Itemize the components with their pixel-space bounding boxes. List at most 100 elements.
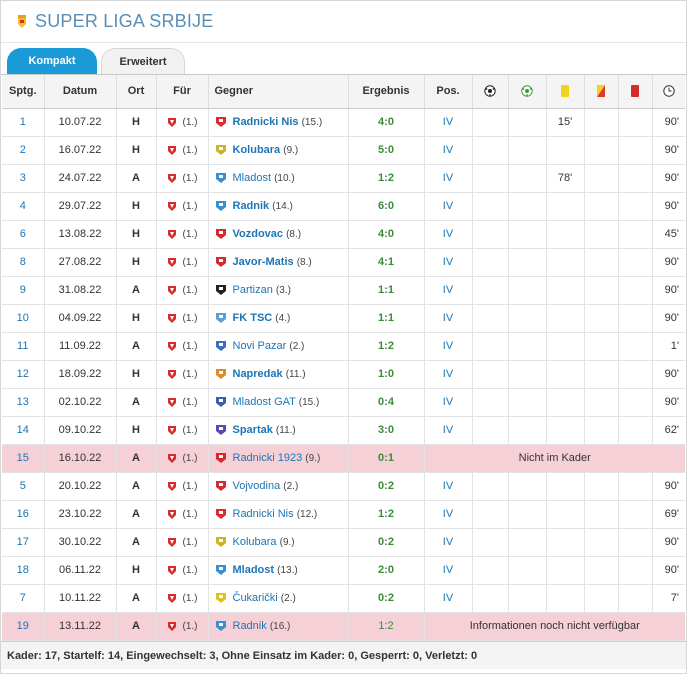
cell-fuer[interactable]: (1.): [156, 332, 209, 361]
cell-spieltag[interactable]: 17: [2, 528, 45, 557]
opponent-link[interactable]: Vojvodina: [233, 480, 281, 492]
cell-spieltag[interactable]: 7: [2, 584, 45, 613]
result-link[interactable]: 1:2: [378, 620, 393, 632]
opponent-link[interactable]: Čukarički: [233, 592, 278, 604]
cell-gegner[interactable]: Mladost (13.): [208, 556, 349, 585]
cell-fuer[interactable]: (1.): [156, 136, 209, 165]
result-link[interactable]: 1:1: [378, 284, 394, 296]
cell-spieltag[interactable]: 6: [2, 220, 45, 249]
opponent-link[interactable]: Partizan: [233, 284, 273, 296]
cell-fuer[interactable]: (1.): [156, 164, 209, 193]
tab-erweitert[interactable]: Erweitert: [101, 48, 185, 74]
cell-fuer[interactable]: (1.): [156, 416, 209, 445]
result-link[interactable]: 3:0: [378, 424, 394, 436]
cell-spieltag[interactable]: 9: [2, 276, 45, 305]
cell-gegner[interactable]: Javor-Matis (8.): [208, 248, 349, 277]
cell-gegner[interactable]: Vojvodina (2.): [208, 472, 349, 501]
opponent-link[interactable]: Radnicki 1923: [233, 452, 303, 464]
col-assists[interactable]: [508, 75, 547, 109]
opponent-link[interactable]: Radnik: [233, 620, 267, 632]
col-yellow-red[interactable]: [584, 75, 619, 109]
cell-spieltag[interactable]: 19: [2, 612, 45, 641]
cell-fuer[interactable]: (1.): [156, 304, 209, 333]
col-spieltag[interactable]: Sptg.: [2, 75, 45, 109]
result-link[interactable]: 0:4: [378, 396, 394, 408]
opponent-link[interactable]: Mladost GAT: [233, 396, 296, 408]
col-ort[interactable]: Ort: [116, 75, 157, 109]
cell-gegner[interactable]: Radnik (16.): [208, 612, 349, 641]
opponent-link[interactable]: Novi Pazar: [233, 340, 287, 352]
cell-gegner[interactable]: Mladost GAT (15.): [208, 388, 349, 417]
col-ergebnis[interactable]: Ergebnis: [348, 75, 425, 109]
cell-fuer[interactable]: (1.): [156, 612, 209, 641]
col-goals[interactable]: [472, 75, 509, 109]
result-link[interactable]: 2:0: [378, 564, 394, 576]
cell-fuer[interactable]: (1.): [156, 248, 209, 277]
result-link[interactable]: 1:2: [378, 508, 394, 520]
result-link[interactable]: 4:0: [378, 116, 394, 128]
cell-gegner[interactable]: FK TSC (4.): [208, 304, 349, 333]
cell-gegner[interactable]: Radnicki Nis (15.): [208, 108, 349, 137]
cell-fuer[interactable]: (1.): [156, 584, 209, 613]
result-link[interactable]: 4:0: [378, 228, 394, 240]
col-datum[interactable]: Datum: [44, 75, 117, 109]
result-link[interactable]: 5:0: [378, 144, 394, 156]
cell-gegner[interactable]: Novi Pazar (2.): [208, 332, 349, 361]
cell-gegner[interactable]: Vozdovac (8.): [208, 220, 349, 249]
cell-fuer[interactable]: (1.): [156, 500, 209, 529]
cell-gegner[interactable]: Radnicki 1923 (9.): [208, 444, 349, 473]
opponent-link[interactable]: Radnicki Nis: [233, 508, 294, 520]
cell-spieltag[interactable]: 12: [2, 360, 45, 389]
tab-kompakt[interactable]: Kompakt: [7, 48, 97, 74]
opponent-link[interactable]: Radnik: [233, 200, 270, 212]
cell-spieltag[interactable]: 15: [2, 444, 45, 473]
cell-fuer[interactable]: (1.): [156, 472, 209, 501]
cell-fuer[interactable]: (1.): [156, 388, 209, 417]
col-red[interactable]: [618, 75, 653, 109]
cell-gegner[interactable]: Spartak (11.): [208, 416, 349, 445]
cell-fuer[interactable]: (1.): [156, 220, 209, 249]
result-link[interactable]: 6:0: [378, 200, 394, 212]
cell-fuer[interactable]: (1.): [156, 108, 209, 137]
opponent-link[interactable]: Javor-Matis: [233, 256, 294, 268]
opponent-link[interactable]: FK TSC: [233, 312, 273, 324]
result-link[interactable]: 0:1: [378, 452, 394, 464]
opponent-link[interactable]: Napredak: [233, 368, 283, 380]
cell-spieltag[interactable]: 1: [2, 108, 45, 137]
col-yellow[interactable]: [546, 75, 585, 109]
cell-fuer[interactable]: (1.): [156, 276, 209, 305]
result-link[interactable]: 0:2: [378, 592, 394, 604]
col-fuer[interactable]: Für: [156, 75, 209, 109]
cell-spieltag[interactable]: 13: [2, 388, 45, 417]
result-link[interactable]: 0:2: [378, 536, 394, 548]
cell-spieltag[interactable]: 14: [2, 416, 45, 445]
cell-gegner[interactable]: Radnik (14.): [208, 192, 349, 221]
cell-gegner[interactable]: Radnicki Nis (12.): [208, 500, 349, 529]
opponent-link[interactable]: Kolubara: [233, 536, 277, 548]
cell-spieltag[interactable]: 10: [2, 304, 45, 333]
cell-fuer[interactable]: (1.): [156, 556, 209, 585]
cell-spieltag[interactable]: 11: [2, 332, 45, 361]
opponent-link[interactable]: Mladost: [233, 172, 272, 184]
result-link[interactable]: 0:2: [378, 480, 394, 492]
cell-fuer[interactable]: (1.): [156, 360, 209, 389]
col-gegner[interactable]: Gegner: [208, 75, 349, 109]
cell-spieltag[interactable]: 16: [2, 500, 45, 529]
cell-spieltag[interactable]: 3: [2, 164, 45, 193]
cell-spieltag[interactable]: 2: [2, 136, 45, 165]
col-pos[interactable]: Pos.: [424, 75, 473, 109]
cell-gegner[interactable]: Kolubara (9.): [208, 528, 349, 557]
opponent-link[interactable]: Spartak: [233, 424, 273, 436]
cell-gegner[interactable]: Kolubara (9.): [208, 136, 349, 165]
cell-spieltag[interactable]: 8: [2, 248, 45, 277]
cell-fuer[interactable]: (1.): [156, 528, 209, 557]
cell-gegner[interactable]: Mladost (10.): [208, 164, 349, 193]
opponent-link[interactable]: Mladost: [233, 564, 275, 576]
cell-fuer[interactable]: (1.): [156, 444, 209, 473]
cell-spieltag[interactable]: 4: [2, 192, 45, 221]
result-link[interactable]: 4:1: [378, 256, 394, 268]
result-link[interactable]: 1:1: [378, 312, 394, 324]
cell-gegner[interactable]: Napredak (11.): [208, 360, 349, 389]
opponent-link[interactable]: Vozdovac: [233, 228, 284, 240]
result-link[interactable]: 1:0: [378, 368, 394, 380]
